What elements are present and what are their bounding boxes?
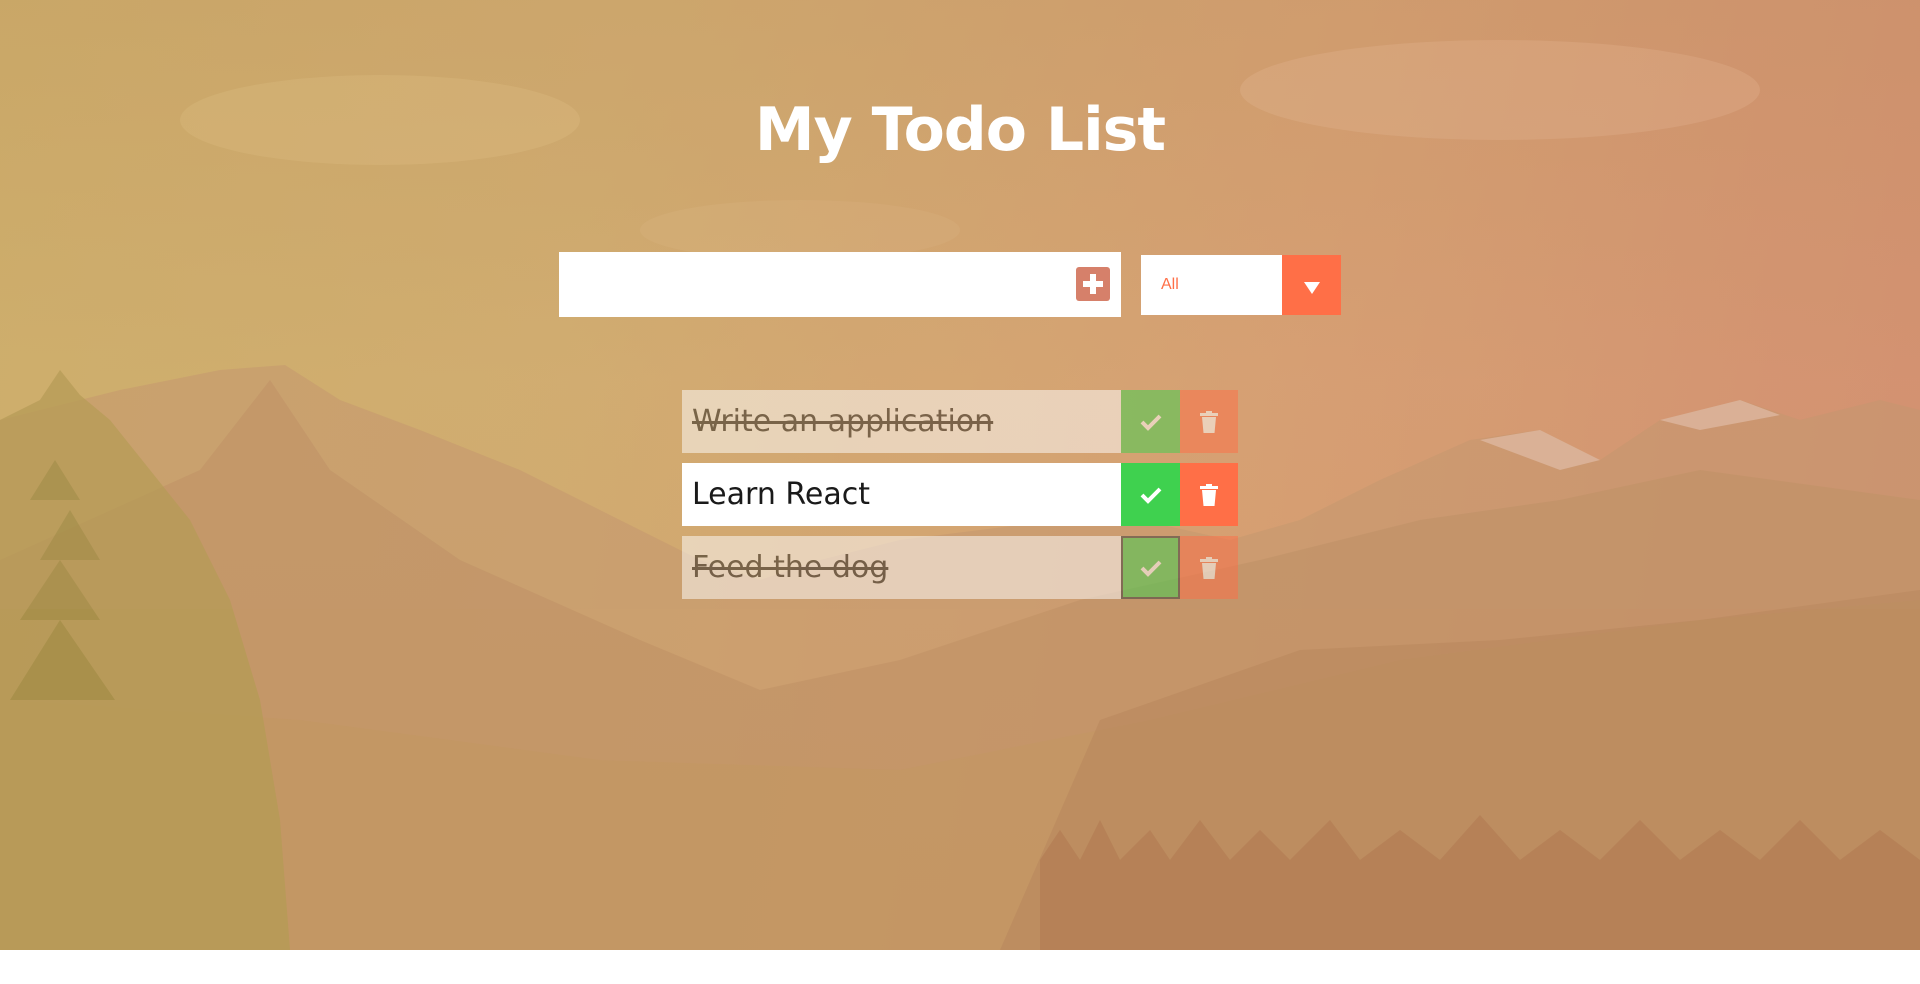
filter-selected-value: All [1161,276,1179,293]
check-icon [1140,487,1161,504]
delete-button[interactable] [1180,536,1238,599]
plus-icon [1083,274,1103,294]
check-icon [1140,560,1161,577]
filter-dropdown-button[interactable] [1282,255,1341,315]
todo-text-container: Learn React [682,463,1121,526]
caret-down-icon [1303,282,1320,294]
todo-text-container: Write an application [682,390,1121,453]
complete-button[interactable] [1121,463,1180,526]
todo-text: Feed the dog [692,550,889,585]
todo-text: Write an application [692,404,994,439]
todo-text: Learn React [692,477,870,512]
complete-button[interactable] [1121,536,1180,599]
add-todo-button[interactable] [1076,267,1110,301]
page-title: My Todo List [754,95,1166,166]
todo-item: Feed the dog [682,536,1238,599]
delete-button[interactable] [1180,390,1238,453]
complete-button[interactable] [1121,390,1180,453]
todo-text-container: Feed the dog [682,536,1121,599]
check-icon [1140,414,1161,431]
todo-input[interactable] [559,252,1049,317]
trash-icon [1200,483,1218,506]
delete-button[interactable] [1180,463,1238,526]
trash-icon [1200,556,1218,579]
trash-icon [1200,410,1218,433]
todo-item: Write an application [682,390,1238,453]
todo-item: Learn React [682,463,1238,526]
add-todo-form [559,252,1121,317]
